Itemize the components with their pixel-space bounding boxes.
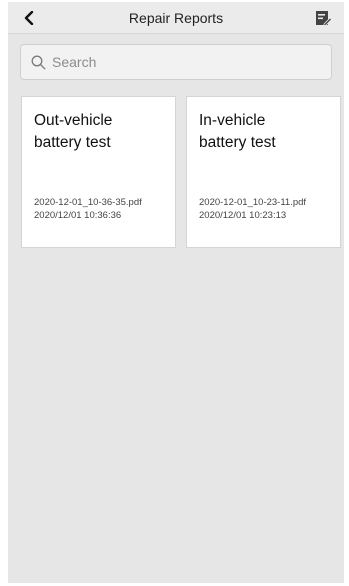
report-timestamp: 2020/12/01 10:36:36 [34, 210, 122, 221]
report-title-line: Out-vehicle [34, 112, 113, 129]
report-title: Out-vehicle battery test [34, 110, 167, 154]
report-filename: 2020-12-01_10-36-35.pdf [34, 197, 142, 208]
back-button[interactable] [18, 6, 40, 30]
search-box[interactable] [20, 44, 332, 80]
top-bar: Repair Reports [8, 2, 344, 34]
search-area [8, 34, 344, 90]
repair-reports-screen: Repair Reports Out-vehic [8, 2, 344, 583]
search-icon [31, 55, 46, 69]
report-card-in-vehicle[interactable]: In-vehicle battery test 2020-12-01_10-23… [186, 96, 341, 248]
report-title-line: In-vehicle [199, 112, 266, 129]
report-timestamp: 2020/12/01 10:23:13 [199, 210, 287, 221]
report-list: Out-vehicle battery test 2020-12-01_10-3… [8, 96, 344, 250]
report-title: In-vehicle battery test [199, 110, 332, 154]
edit-list-icon [316, 11, 333, 26]
report-filename: 2020-12-01_10-23-11.pdf [199, 197, 307, 208]
report-title-line: battery test [34, 134, 111, 151]
report-card-out-vehicle[interactable]: Out-vehicle battery test 2020-12-01_10-3… [21, 96, 176, 248]
edit-button[interactable] [314, 9, 333, 27]
chevron-left-icon [24, 11, 34, 25]
report-title-line: battery test [199, 134, 276, 151]
page-title: Repair Reports [128, 10, 224, 26]
search-input[interactable] [52, 54, 312, 70]
